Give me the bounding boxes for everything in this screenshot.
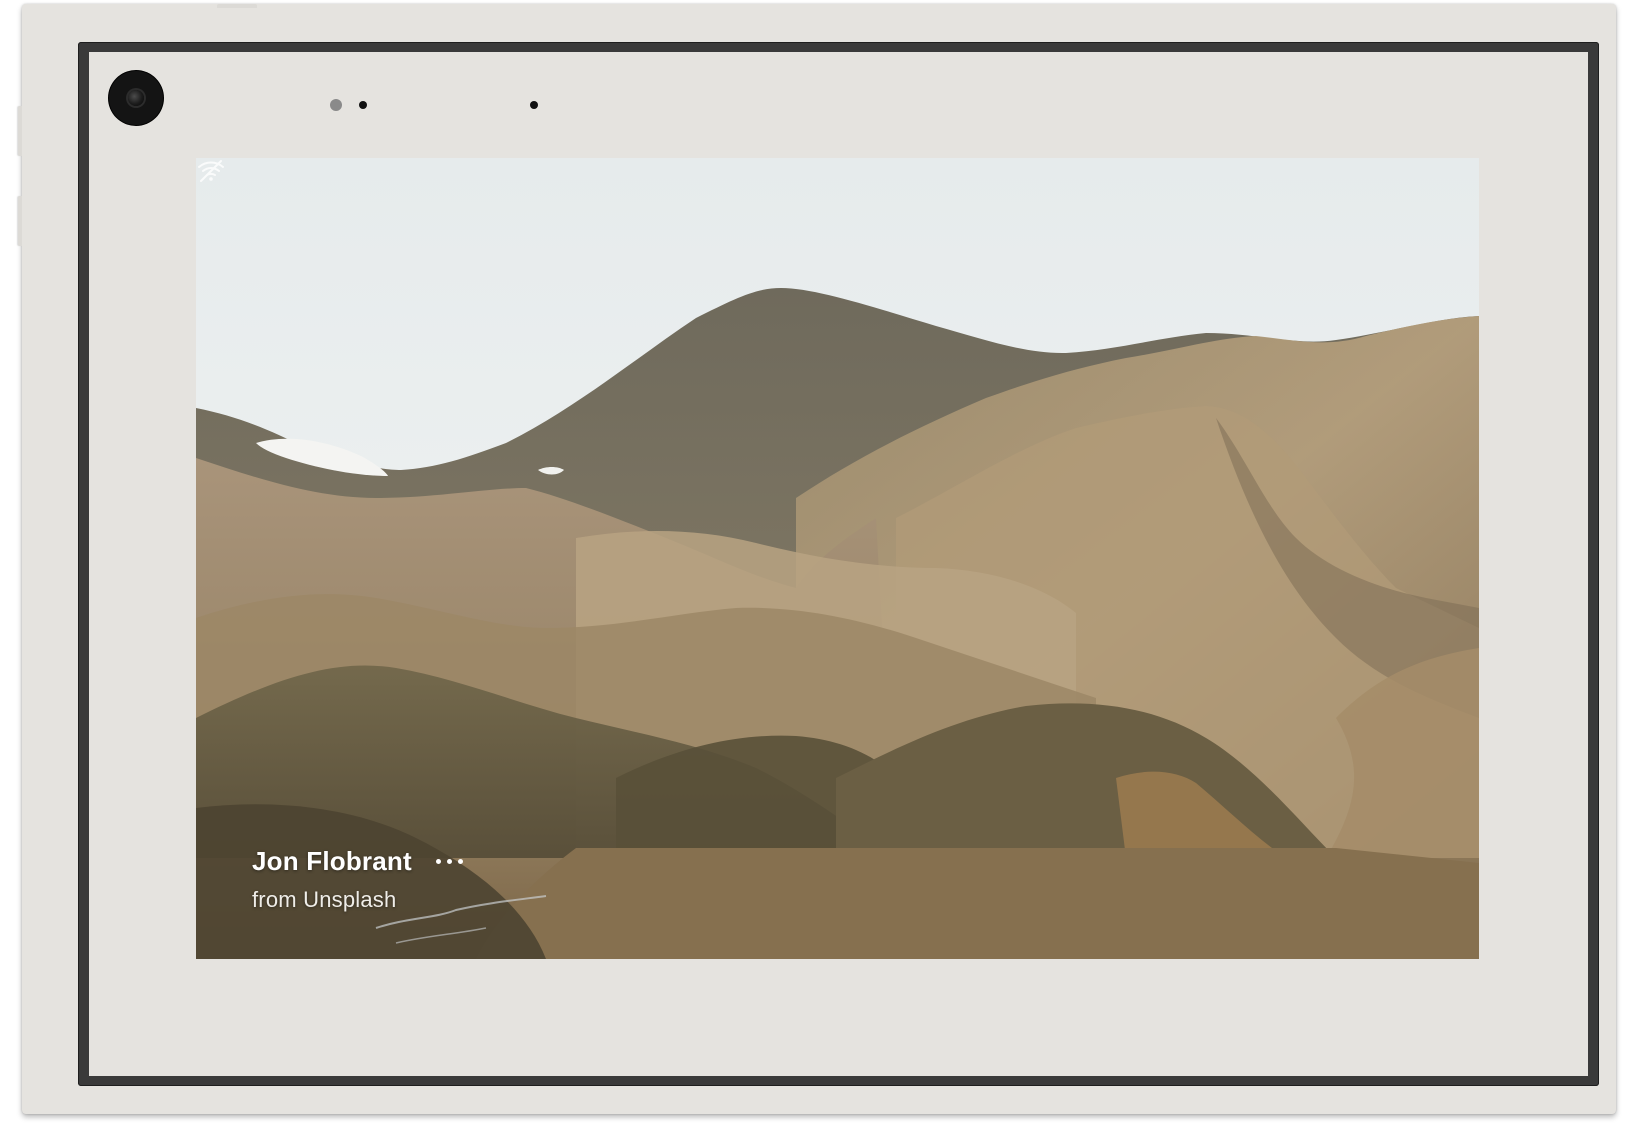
camera-icon [109,71,163,125]
photo-author: Jon Flobrant [252,846,412,876]
top-button [217,4,257,8]
microphone-dot-icon [530,101,538,109]
screen: Jon Flobrant from Unsplash [89,52,1588,1076]
photo-source: from Unsplash [252,887,397,912]
microphone-dot-icon [359,101,367,109]
screen-bezel: Jon Flobrant from Unsplash [78,42,1599,1086]
more-options-icon[interactable] [432,851,467,872]
side-button-lower [18,196,22,246]
smart-display-device: Jon Flobrant from Unsplash [18,4,1616,1114]
wifi-off-icon [198,160,224,182]
side-button-upper [18,106,22,156]
photo-frame[interactable]: Jon Flobrant from Unsplash [196,158,1479,959]
sensor-dot-icon [330,99,342,111]
mountain-landscape-photo [196,158,1479,959]
photo-caption: Jon Flobrant from Unsplash [252,846,467,913]
